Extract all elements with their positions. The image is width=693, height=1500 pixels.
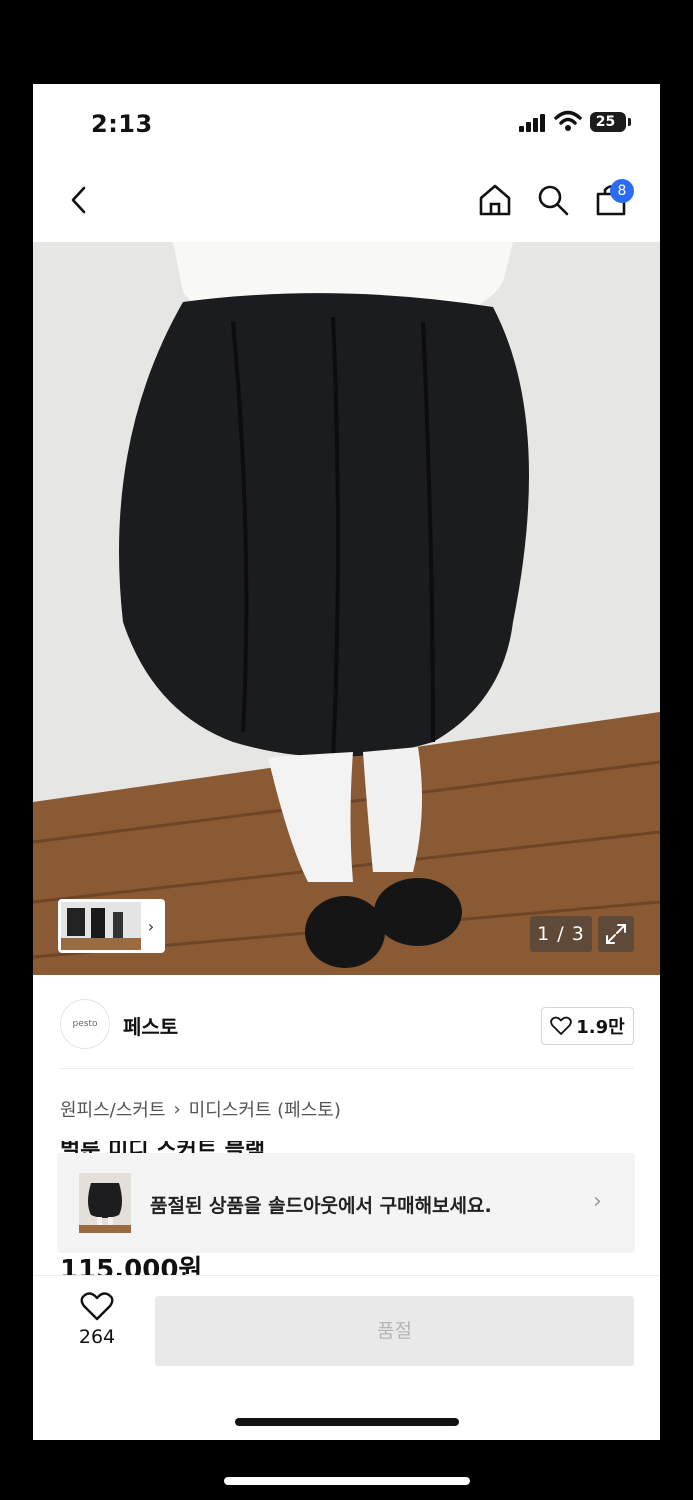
thumbnail-drawing [61, 902, 141, 950]
soldout-banner[interactable]: 품절된 상품을 솔드아웃에서 구매해보세요. › [57, 1153, 635, 1253]
brand-like-button[interactable]: 1.9만 [541, 1007, 634, 1045]
product-photo-drawing [33, 242, 660, 975]
breadcrumb-category[interactable]: 원피스/스커트 [60, 1096, 165, 1122]
image-page-counter: 1 / 3 [530, 916, 592, 952]
home-indicator [235, 1418, 459, 1426]
home-button[interactable] [477, 180, 513, 220]
brand-like-count: 1.9만 [576, 1017, 625, 1038]
battery-level: 25 [595, 114, 616, 130]
chevron-right-icon: › [147, 916, 155, 936]
divider [60, 1068, 634, 1069]
brand-logo[interactable]: pesto [60, 999, 110, 1049]
buy-button-soldout[interactable]: 품절 [155, 1296, 634, 1366]
phone-screen: 2:13 25 8 › 1 / 3 pesto 페스토 1.9만 원피스/스커트… [33, 84, 660, 1440]
breadcrumb-subcategory[interactable]: 미디스커트 (페스토) [189, 1096, 341, 1122]
heart-icon [550, 1016, 573, 1035]
status-time: 2:13 [91, 110, 153, 138]
expand-icon [606, 924, 626, 944]
battery-icon: 25 [590, 112, 631, 132]
heart-icon [80, 1292, 114, 1321]
back-button[interactable] [61, 180, 97, 220]
banner-thumbnail-drawing [79, 1173, 131, 1233]
chevron-left-icon [71, 186, 86, 214]
breadcrumb: 원피스/스커트 › 미디스커트 (페스토) [60, 1096, 341, 1122]
bottom-action-bar: 264 품절 [33, 1275, 660, 1440]
brand-row: pesto 페스토 1.9만 [33, 989, 660, 1069]
search-button[interactable] [535, 180, 571, 220]
thumbnail-strip[interactable]: › [58, 899, 165, 953]
chevron-right-icon: › [593, 1189, 602, 1214]
expand-image-button[interactable] [598, 916, 634, 952]
chevron-right-icon: › [173, 1098, 181, 1120]
thumbnail-image[interactable] [61, 902, 141, 950]
outer-home-indicator [224, 1477, 470, 1485]
wishlist-button[interactable]: 264 [63, 1292, 131, 1358]
product-title: 벌룬 미디 스커트 블랙 [60, 1141, 620, 1153]
wishlist-count: 264 [78, 1326, 116, 1348]
product-title-text: 벌룬 미디 스커트 블랙 [60, 1141, 620, 1153]
search-icon [538, 185, 569, 216]
home-icon [479, 184, 511, 216]
cellular-signal-icon [519, 114, 545, 132]
status-bar: 2:13 25 [33, 84, 660, 164]
cart-count-badge: 8 [610, 179, 634, 203]
brand-name[interactable]: 페스토 [123, 1011, 178, 1040]
wifi-icon [554, 110, 582, 131]
product-image[interactable] [33, 242, 660, 975]
soldout-banner-text: 품절된 상품을 솔드아웃에서 구매해보세요. [150, 1195, 492, 1217]
banner-product-thumbnail [79, 1173, 131, 1233]
